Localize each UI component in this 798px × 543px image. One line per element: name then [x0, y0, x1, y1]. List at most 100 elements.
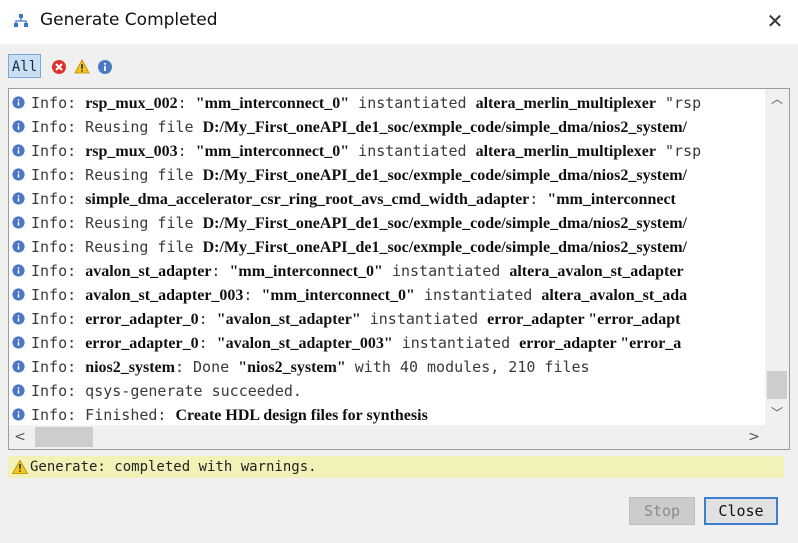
- stop-button[interactable]: Stop: [629, 497, 695, 525]
- log-segment: "avalon_st_adapter_003": [216, 335, 393, 352]
- log-message: Info: Reusing file D:/My_First_oneAPI_de…: [31, 115, 687, 140]
- status-text: Generate: completed with warnings.: [30, 459, 317, 475]
- log-segment: Info:: [31, 358, 86, 376]
- info-icon: [12, 312, 25, 325]
- log-message: Info: rsp_mux_003: "mm_interconnect_0" i…: [31, 139, 701, 164]
- log-segment: :: [211, 262, 230, 280]
- log-message: Info: rsp_mux_002: "mm_interconnect_0" i…: [31, 91, 701, 116]
- warning-filter-icon[interactable]: [74, 59, 90, 75]
- log-segment: "mm_interconnect: [547, 191, 676, 208]
- log-segment: D:/My_First_oneAPI_de1_soc/exmple_code/s…: [202, 215, 687, 232]
- log-segment: "mm_interconnect_0": [195, 95, 350, 112]
- scroll-up-icon[interactable]: ︿: [765, 89, 789, 109]
- info-icon: [12, 264, 25, 277]
- log-segment: Info:: [31, 310, 86, 328]
- scroll-left-icon[interactable]: <: [9, 425, 31, 449]
- log-message: Info: Reusing file D:/My_First_oneAPI_de…: [31, 163, 687, 188]
- log-segment: Info: Reusing file: [31, 118, 203, 136]
- log-segment: nios2_system: [85, 359, 175, 376]
- close-button[interactable]: Close: [704, 497, 778, 525]
- log-segment: instantiated: [414, 286, 542, 304]
- log-segment: error_adapter: [487, 311, 585, 328]
- log-segment: "mm_interconnect_0": [229, 263, 383, 280]
- filter-all-button[interactable]: All: [8, 54, 41, 78]
- vertical-scroll-thumb[interactable]: [767, 371, 787, 399]
- log-row[interactable]: Info: error_adapter_0: "avalon_st_adapte…: [9, 331, 765, 355]
- log-row[interactable]: Info: Reusing file D:/My_First_oneAPI_de…: [9, 211, 765, 235]
- info-icon: [12, 288, 25, 301]
- log-row[interactable]: Info: rsp_mux_003: "mm_interconnect_0" i…: [9, 139, 765, 163]
- log-segment: error_adapter_0: [85, 335, 199, 352]
- log-segment: "rsp: [655, 142, 702, 160]
- log-segment: Info: Finished:: [31, 406, 176, 424]
- info-icon: [12, 408, 25, 421]
- log-row[interactable]: Info: nios2_system: Done "nios2_system" …: [9, 355, 765, 379]
- log-segment: instantiated: [382, 262, 510, 280]
- log-message: Info: avalon_st_adapter: "mm_interconnec…: [31, 259, 684, 284]
- horizontal-scrollbar[interactable]: < >: [9, 425, 765, 449]
- scroll-right-icon[interactable]: >: [743, 425, 765, 449]
- info-filter-icon[interactable]: [97, 59, 113, 75]
- log-segment: instantiated: [349, 142, 476, 160]
- info-icon: [12, 144, 25, 157]
- log-row[interactable]: Info: rsp_mux_002: "mm_interconnect_0" i…: [9, 91, 765, 115]
- log-segment: error_adapter: [519, 335, 617, 352]
- log-segment: "mm_interconnect_0": [195, 143, 350, 160]
- window-title: Generate Completed: [40, 10, 218, 30]
- log-row[interactable]: Info: Reusing file D:/My_First_oneAPI_de…: [9, 115, 765, 139]
- message-log[interactable]: Info: rsp_mux_002: "mm_interconnect_0" i…: [8, 88, 790, 450]
- log-segment: avalon_st_adapter_003: [85, 287, 244, 304]
- log-row[interactable]: Info: avalon_st_adapter_003: "mm_interco…: [9, 283, 765, 307]
- log-message: Info: Reusing file D:/My_First_oneAPI_de…: [31, 211, 687, 236]
- log-segment: rsp_mux_003: [85, 143, 178, 160]
- log-segment: D:/My_First_oneAPI_de1_soc/exmple_code/s…: [202, 167, 687, 184]
- info-icon: [12, 216, 25, 229]
- log-row[interactable]: Info: simple_dma_accelerator_csr_ring_ro…: [9, 187, 765, 211]
- status-bar: Generate: completed with warnings.: [8, 456, 784, 478]
- title-bar: Generate Completed ✕: [0, 0, 798, 44]
- info-icon: [12, 240, 25, 253]
- filter-toolbar: All: [0, 52, 798, 82]
- hierarchy-icon: [14, 14, 28, 27]
- scroll-corner: [765, 425, 789, 449]
- log-segment: Info: Reusing file: [31, 166, 203, 184]
- log-row[interactable]: Info: error_adapter_0: "avalon_st_adapte…: [9, 307, 765, 331]
- log-segment: : Done: [174, 358, 239, 376]
- log-segment: instantiated: [349, 94, 476, 112]
- log-segment: rsp_mux_002: [85, 95, 178, 112]
- log-message: Info: error_adapter_0: "avalon_st_adapte…: [31, 307, 680, 332]
- log-segment: Info:: [31, 94, 86, 112]
- close-icon[interactable]: ✕: [762, 8, 788, 34]
- log-segment: "nios2_system": [238, 359, 346, 376]
- log-row[interactable]: Info: qsys-generate succeeded.: [9, 379, 765, 403]
- log-row[interactable]: Info: Reusing file D:/My_First_oneAPI_de…: [9, 235, 765, 259]
- horizontal-scroll-thumb[interactable]: [35, 427, 93, 447]
- log-segment: "rsp: [655, 94, 702, 112]
- log-segment: altera_avalon_st_ada: [541, 287, 688, 304]
- log-segment: Info: Reusing file: [31, 238, 203, 256]
- log-row[interactable]: Info: avalon_st_adapter: "mm_interconnec…: [9, 259, 765, 283]
- log-message: Info: avalon_st_adapter_003: "mm_interco…: [31, 283, 687, 308]
- info-icon: [12, 120, 25, 133]
- log-segment: :: [529, 190, 548, 208]
- log-rows: Info: rsp_mux_002: "mm_interconnect_0" i…: [9, 91, 765, 427]
- log-segment: Info:: [31, 190, 86, 208]
- log-segment: :: [243, 286, 262, 304]
- log-segment: D:/My_First_oneAPI_de1_soc/exmple_code/s…: [202, 239, 687, 256]
- log-message: Info: Reusing file D:/My_First_oneAPI_de…: [31, 235, 687, 260]
- log-message: Info: error_adapter_0: "avalon_st_adapte…: [31, 331, 681, 356]
- log-message: Info: qsys-generate succeeded.: [31, 379, 302, 403]
- vertical-scrollbar[interactable]: ︿ ﹀: [765, 89, 789, 425]
- error-filter-icon[interactable]: [51, 59, 67, 75]
- log-row[interactable]: Info: Reusing file D:/My_First_oneAPI_de…: [9, 163, 765, 187]
- log-segment: Info:: [31, 142, 86, 160]
- log-segment: altera_avalon_st_adapter: [509, 263, 684, 280]
- info-icon: [12, 384, 25, 397]
- log-segment: simple_dma_accelerator_csr_ring_root_avs…: [85, 191, 530, 208]
- log-segment: error_adapter_0: [85, 311, 199, 328]
- log-segment: "error_adapt: [584, 311, 681, 328]
- log-segment: Info:: [31, 286, 86, 304]
- scroll-down-icon[interactable]: ﹀: [765, 403, 789, 423]
- log-segment: :: [177, 142, 196, 160]
- log-row[interactable]: Info: Finished: Create HDL design files …: [9, 403, 765, 427]
